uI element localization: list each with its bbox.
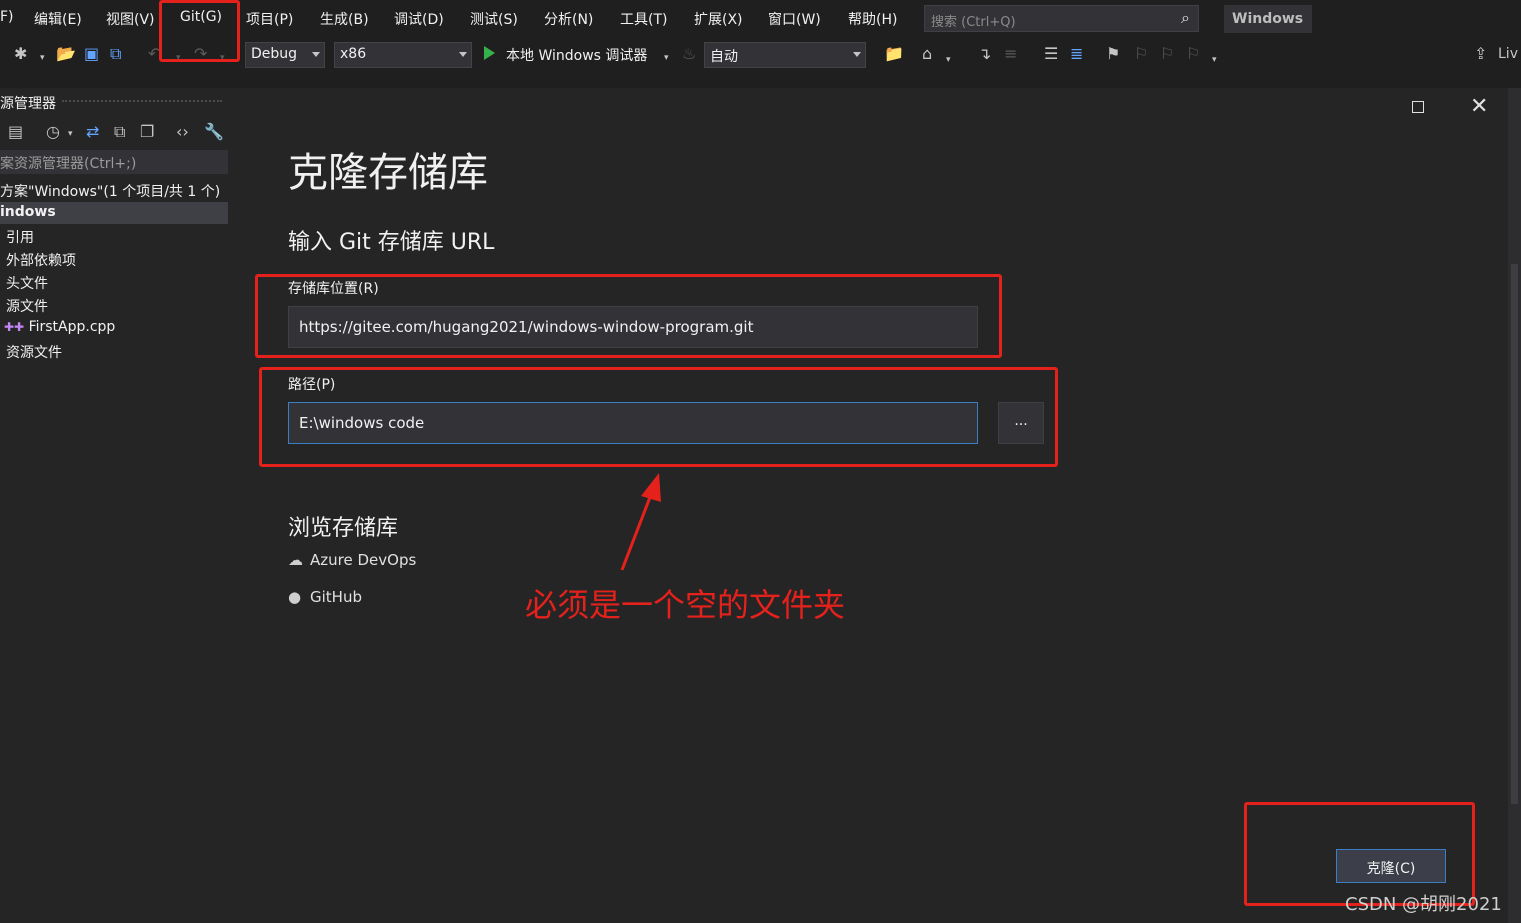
arrow-head (641, 473, 661, 502)
annotation-note: 必须是一个空的文件夹 (525, 586, 846, 624)
watermark: CSDN @胡刚2021 (1345, 894, 1502, 915)
annotation-arrow (620, 473, 661, 571)
arrow-line (620, 491, 654, 571)
